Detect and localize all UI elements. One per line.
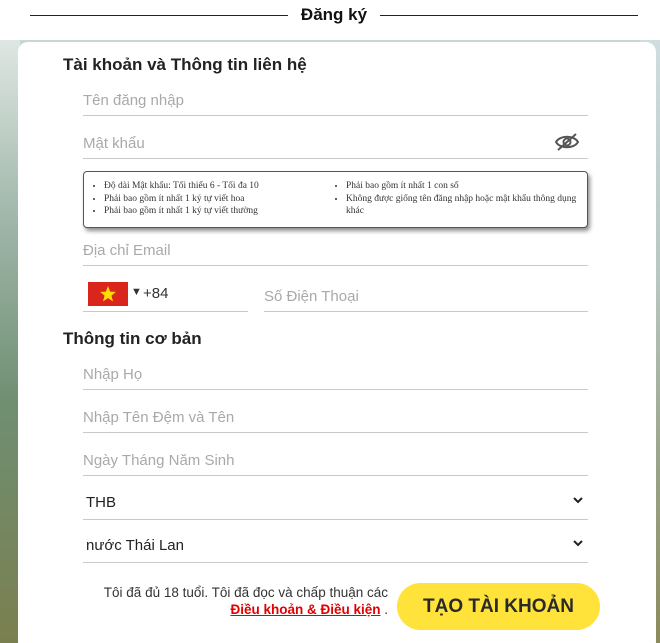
flag-star-icon — [100, 286, 116, 302]
first-name-field — [83, 397, 588, 433]
email-input[interactable] — [83, 242, 588, 259]
header: Đăng ký — [0, 0, 660, 32]
phone-input[interactable] — [264, 288, 588, 305]
phone-country-code: +84 — [143, 285, 169, 302]
chevron-down-icon — [573, 497, 583, 504]
phone-field — [264, 276, 588, 312]
background-art-left — [0, 40, 20, 643]
terms-end: . — [380, 602, 388, 617]
basic-section-title: Thông tin cơ bản — [63, 329, 202, 348]
password-rules-col1: Độ dài Mật khẩu: Tối thiểu 6 - Tối đa 10… — [104, 180, 334, 218]
password-rules-col2: Phải bao gồm ít nhất 1 con số Không được… — [346, 180, 581, 218]
last-name-input[interactable] — [83, 366, 588, 383]
rule-item: Phải bao gồm ít nhất 1 con số — [346, 180, 581, 193]
eye-slash-icon[interactable] — [554, 131, 580, 153]
rule-item: Độ dài Mật khẩu: Tối thiểu 6 - Tối đa 10 — [104, 180, 334, 193]
country-value: nước Thái Lan — [86, 537, 184, 554]
rule-item: Phải bao gồm ít nhất 1 ký tự viết thường — [104, 205, 334, 218]
dob-input[interactable] — [83, 452, 588, 469]
currency-value: THB — [86, 494, 116, 511]
page-title: Đăng ký — [300, 5, 368, 24]
dob-field — [83, 440, 588, 476]
create-account-button[interactable]: TẠO TÀI KHOẢN — [397, 583, 600, 630]
username-input[interactable] — [83, 92, 588, 109]
password-field — [83, 123, 588, 159]
vietnam-flag-icon — [88, 282, 128, 306]
first-name-input[interactable] — [83, 409, 588, 426]
password-input[interactable] — [83, 135, 588, 152]
terms-link[interactable]: Điều khoản & Điều kiện — [230, 602, 380, 617]
account-section-title: Tài khoản và Thông tin liên hệ — [63, 55, 307, 74]
rule-item: Không được giống tên đăng nhập hoặc mật … — [346, 193, 581, 218]
currency-select[interactable]: THB — [83, 484, 588, 520]
email-field — [83, 230, 588, 266]
country-code-selector[interactable]: ▼ +84 — [83, 276, 248, 312]
title-divider-left — [30, 15, 288, 16]
terms-text: Tôi đã đủ 18 tuổi. Tôi đã đọc và chấp th… — [103, 585, 388, 600]
rule-item: Phải bao gồm ít nhất 1 ký tự viết hoa — [104, 193, 334, 206]
password-rules-tooltip: Độ dài Mật khẩu: Tối thiểu 6 - Tối đa 10… — [83, 171, 588, 228]
terms-agreement: Tôi đã đủ 18 tuổi. Tôi đã đọc và chấp th… — [83, 584, 388, 618]
username-field — [83, 80, 588, 116]
caret-down-icon: ▼ — [131, 286, 142, 298]
title-divider-right — [380, 15, 638, 16]
chevron-down-icon — [573, 540, 583, 547]
last-name-field — [83, 354, 588, 390]
country-select[interactable]: nước Thái Lan — [83, 527, 588, 563]
